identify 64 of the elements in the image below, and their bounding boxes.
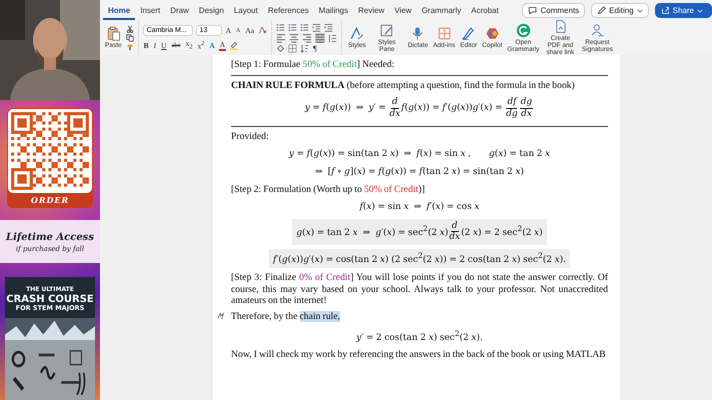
shading-icon[interactable]	[276, 44, 286, 53]
logo	[516, 22, 531, 38]
logo	[484, 26, 500, 42]
copy-icon[interactable]	[126, 34, 134, 42]
order-label[interactable]: ORDER	[30, 193, 70, 208]
ribbon-tab[interactable]: Insert	[135, 1, 166, 20]
equation: f′(g(x))g′(x) = cos(tan 2 x) (2 sec$^{2}$(2 x)) = 2 cos(tan 2 x) sec$^{2}$(2 x).	[268, 249, 570, 268]
comments-button[interactable]: Comments	[522, 3, 586, 18]
list-icon[interactable]	[300, 23, 310, 32]
ribbon-tab[interactable]: Layout	[228, 1, 263, 20]
grid-icon	[436, 26, 452, 42]
pencil-icon	[597, 6, 606, 15]
editing-button[interactable]: Editing	[591, 3, 649, 18]
borders-icon[interactable]	[288, 44, 298, 53]
qr-code[interactable]	[8, 109, 92, 193]
person-icon	[590, 22, 605, 38]
pen-icon	[349, 26, 364, 42]
equation: y = f(g(x)) = sin(tan 2 x) ⇒ f(x) = sin x , g(x) = tan 2 x	[288, 148, 552, 161]
list-icon[interactable]	[276, 23, 286, 32]
share-button[interactable]: Share	[654, 3, 712, 18]
line-spacing-icon[interactable]	[328, 34, 338, 42]
caret-icon	[636, 8, 643, 12]
paragraph: Therefore, by the chain rule,	[231, 310, 342, 322]
list-icon[interactable]	[288, 23, 298, 32]
indent-icon[interactable]	[324, 23, 334, 32]
promo-headline: Lifetime Access	[4, 232, 95, 243]
ribbon-tab[interactable]: Mailings	[314, 1, 354, 20]
align-button[interactable]	[315, 33, 326, 43]
ribbon-tab[interactable]: Grammarly	[416, 1, 466, 20]
brush-icon[interactable]	[126, 43, 134, 51]
ribbon-tab[interactable]: Design	[194, 1, 229, 20]
ribbon-tab[interactable]: Home	[103, 1, 136, 20]
comment-icon	[528, 6, 538, 15]
clipboard-icon	[106, 26, 121, 42]
paragraph: CHAIN RULE FORMULA (before attempting a question, find the formula in the book)	[231, 80, 576, 92]
paragraph: [Step 2: Formulation (Worth up to 50% of Credit)]	[231, 184, 426, 196]
paragraph: Now, I will check my work by referencing the answers in the back of the book or using MATLAB	[231, 349, 607, 361]
pen-icon	[461, 26, 476, 42]
share-icon	[660, 6, 670, 15]
clear-format-icon[interactable]	[258, 26, 268, 36]
caret-icon	[697, 8, 703, 12]
align-button[interactable]	[289, 33, 300, 43]
margin-marker-icon[interactable]	[217, 312, 225, 320]
equation: f(x) = sin x ⇒ f′(x) = cos x	[358, 200, 480, 214]
align-button[interactable]	[302, 33, 312, 43]
paragraph: [Step 1: Formulae 50% of Credit] Needed:	[231, 59, 396, 71]
highlighter-icon[interactable]	[229, 40, 238, 50]
paragraph: Provided:	[231, 130, 270, 143]
sort-icon[interactable]	[300, 44, 310, 53]
cut-icon[interactable]	[126, 25, 134, 33]
indent-icon[interactable]	[312, 23, 322, 32]
paragraph-marks-button[interactable]: ¶	[312, 44, 318, 53]
paragraph: [Step 3: Finalize 0% of Credit] You will lose points if you do not state the answer correctly. Of course, this may vary based on your school. Always talk to your professor. Not unaccredited amateurs on the internet!	[231, 272, 608, 307]
ribbon-tab[interactable]: Draw	[165, 1, 194, 20]
ribbon-tab[interactable]: References	[262, 1, 314, 20]
ribbon-tab[interactable]: Review	[353, 1, 390, 20]
book-title: CRASH COURSE	[6, 294, 94, 305]
ribbon-tab[interactable]: View	[389, 1, 417, 20]
align-button[interactable]	[276, 33, 286, 43]
equation: g(x) = tan 2 x ⇒ g′(x) = sec$^{2}$(2 x) d dx(2 x) = 2 sec$^{2}$(2 x)	[292, 218, 547, 246]
equation: ⇒ [f ∘ g](x) = f(g(x)) = f(tan 2 x) = sin(tan 2 x)	[314, 166, 525, 180]
ribbon-tab[interactable]: Acrobat	[466, 1, 504, 20]
pane-icon	[379, 22, 394, 38]
equation: y′ = 2 cos(tan 2 x) sec$^{2}$(2 x).	[355, 328, 484, 344]
